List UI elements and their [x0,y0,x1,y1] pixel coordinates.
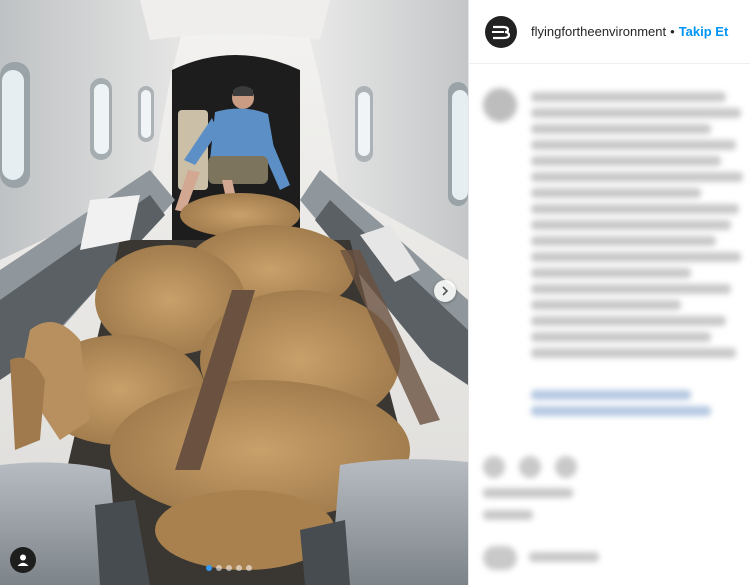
post-photo [0,0,468,585]
carousel-dot [216,565,222,571]
header-separator: • [670,24,675,39]
brand-logo-icon [492,25,511,39]
blurred-caption-area [469,64,750,585]
post-sidebar: flyingfortheenvironment • Takip Et [468,0,750,585]
carousel-dot [206,565,212,571]
profile-avatar[interactable] [485,15,517,48]
carousel-dot [246,565,252,571]
post-media[interactable] [0,0,468,585]
carousel-next-button[interactable] [434,280,456,302]
username-link[interactable]: flyingfortheenvironment [531,24,666,39]
user-tag-button[interactable] [10,547,36,573]
follow-button[interactable]: Takip Et [679,24,729,39]
caption-avatar [483,88,517,122]
carousel-dot [226,565,232,571]
user-tag-icon [17,554,29,566]
carousel-indicator [206,565,252,571]
carousel-dot [236,565,242,571]
post-header: flyingfortheenvironment • Takip Et [469,0,750,64]
chevron-right-icon [442,286,449,296]
